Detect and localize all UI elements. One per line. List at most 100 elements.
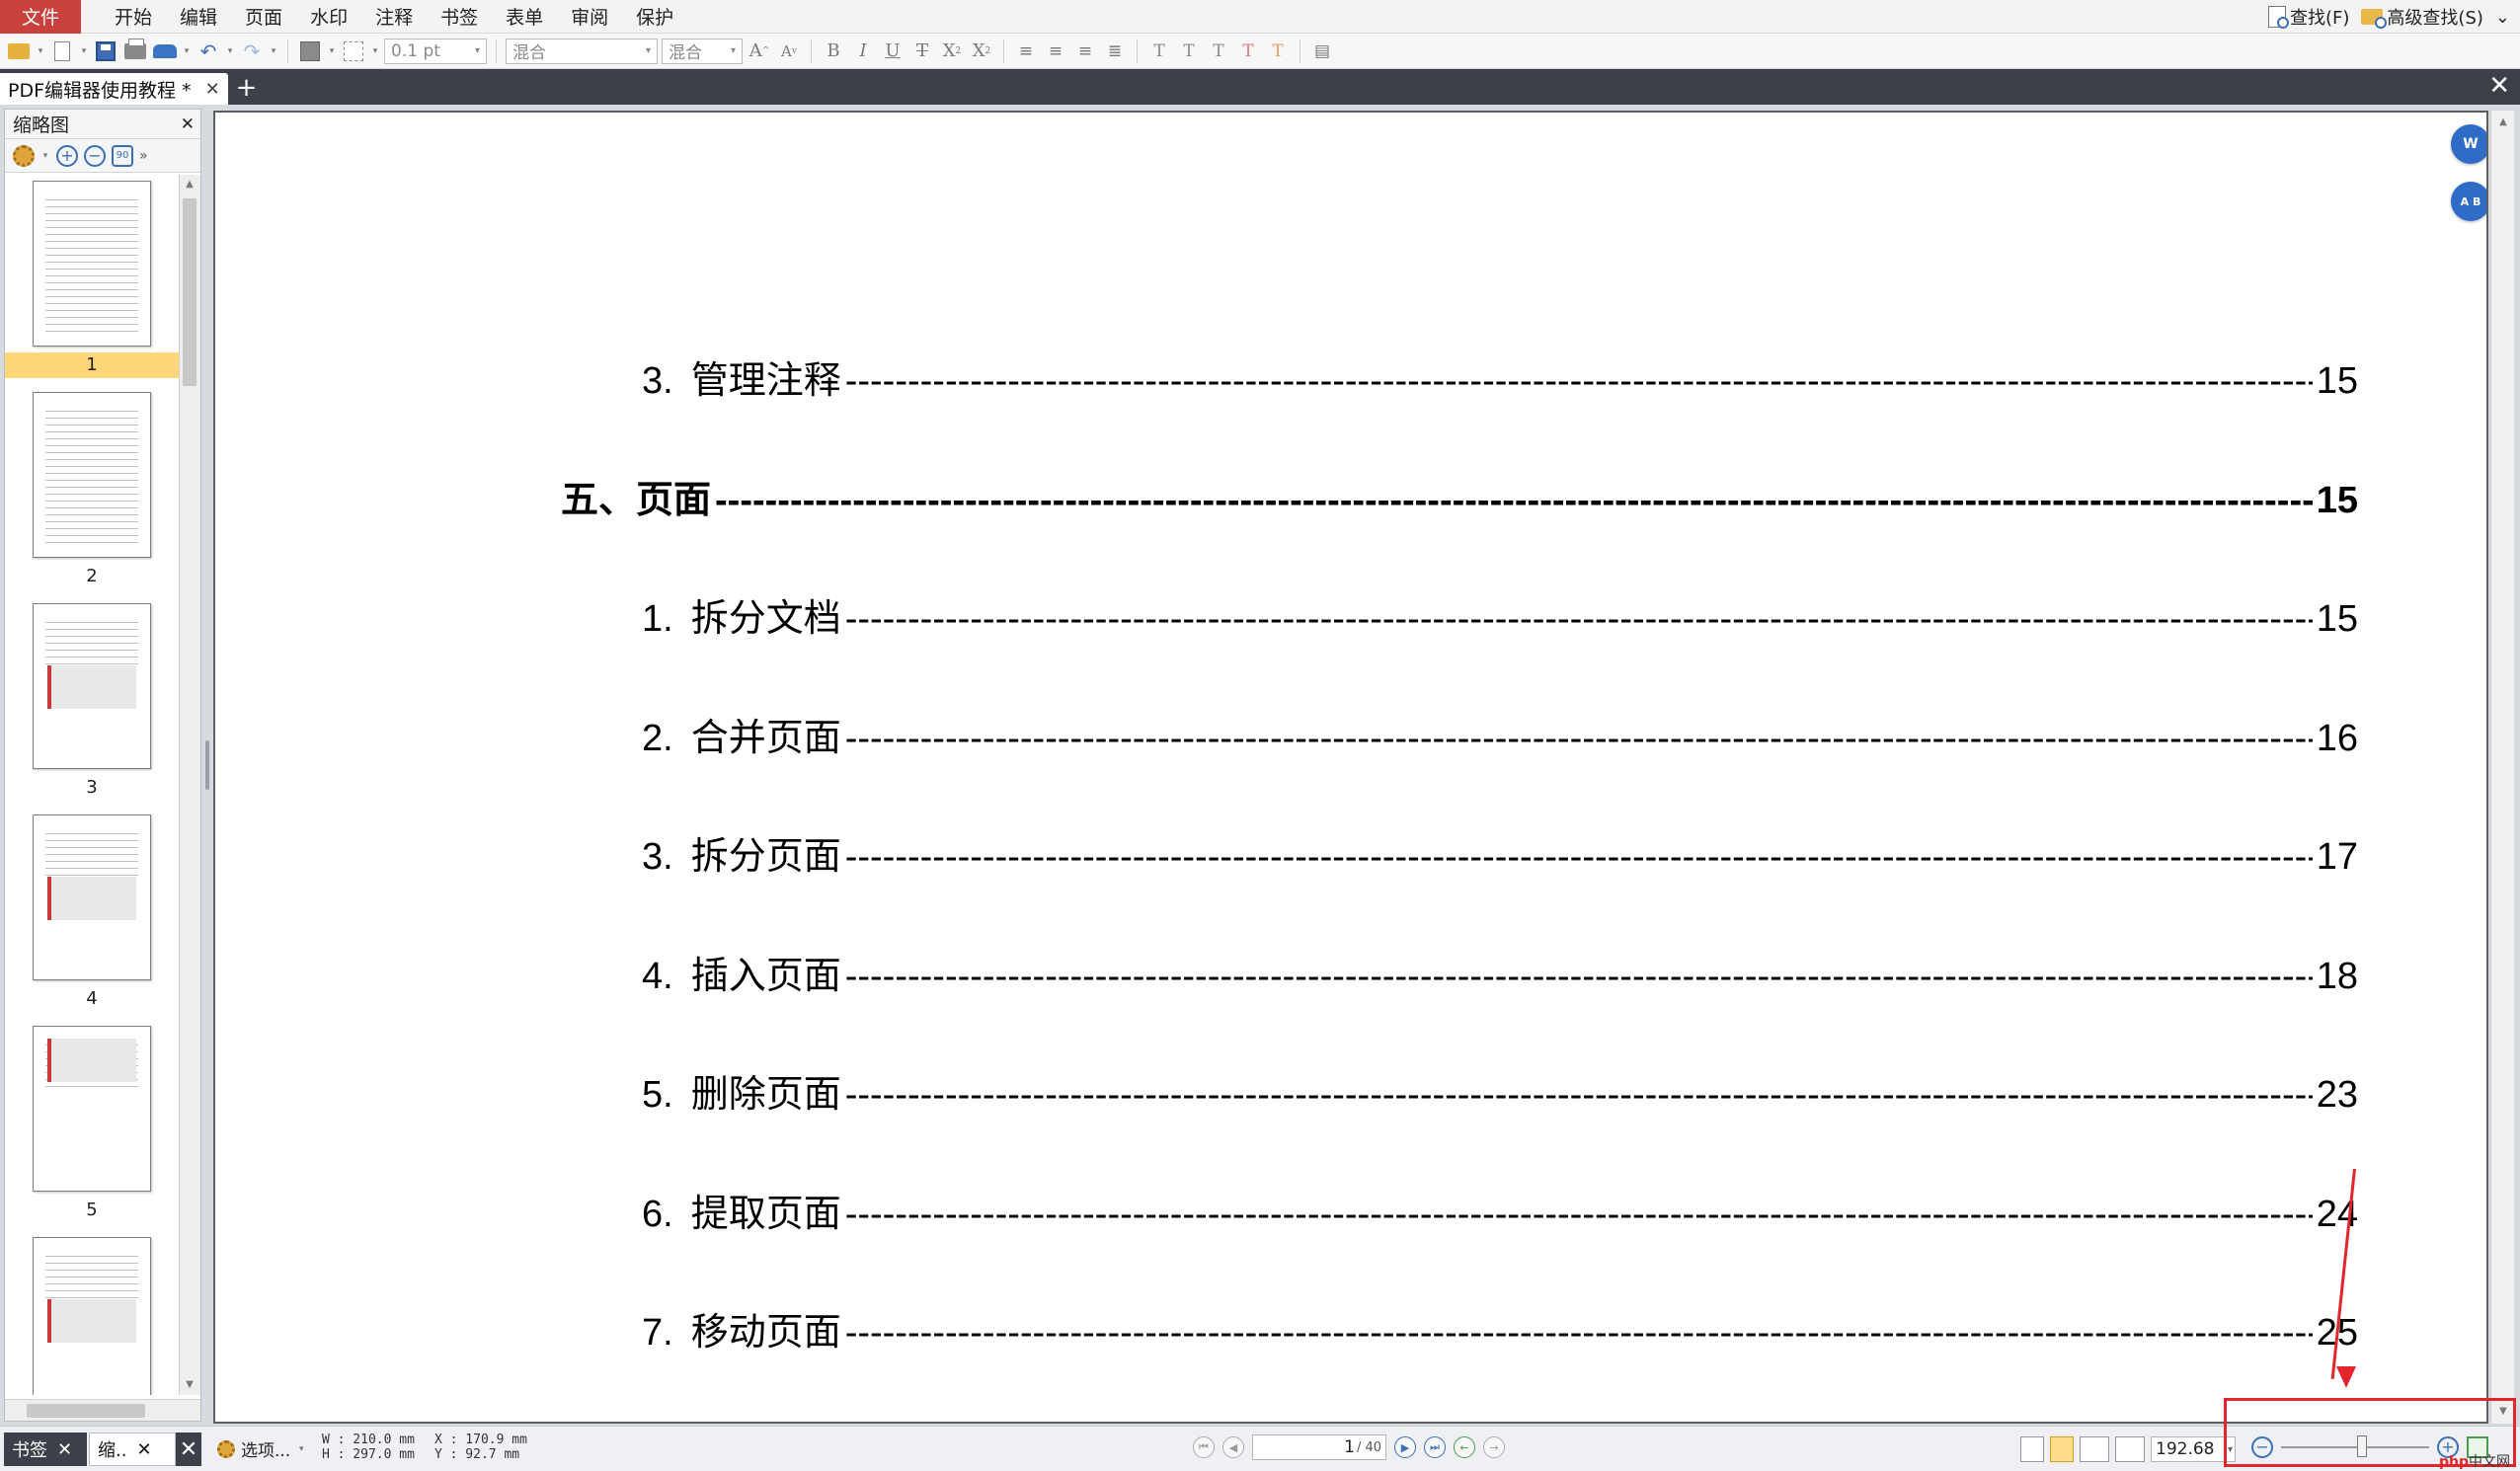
- align-right-button[interactable]: ≡: [1072, 39, 1098, 64]
- redo-button[interactable]: ↷: [239, 39, 265, 64]
- menu-watermark[interactable]: 水印: [296, 0, 361, 34]
- text-style-button-2[interactable]: T: [1176, 39, 1202, 64]
- continuous-facing-view-icon[interactable]: [2115, 1436, 2145, 1462]
- border-color-dropdown-icon[interactable]: ▾: [370, 46, 380, 56]
- underline-button[interactable]: U: [880, 39, 906, 64]
- new-button[interactable]: [49, 39, 75, 64]
- toc-entry[interactable]: 6. 提取页面 ----------------------------------…: [642, 1183, 2358, 1237]
- menu-annotate[interactable]: 注释: [361, 0, 427, 34]
- scroll-up-icon[interactable]: ▲: [180, 175, 199, 194]
- redo-dropdown-icon[interactable]: ▾: [269, 46, 278, 56]
- close-tab-icon[interactable]: ✕: [205, 79, 220, 100]
- toc-entry[interactable]: 4. 插入页面 ----------------------------------…: [642, 945, 2358, 999]
- first-page-icon[interactable]: ⏮: [1193, 1436, 1215, 1458]
- menu-file[interactable]: 文件: [0, 0, 82, 34]
- new-dropdown-icon[interactable]: ▾: [79, 46, 89, 56]
- close-icon[interactable]: ✕: [57, 1439, 72, 1460]
- close-panel-icon[interactable]: ✕: [176, 1432, 201, 1466]
- border-color-button[interactable]: [341, 39, 366, 64]
- text-style-button-5[interactable]: T: [1265, 39, 1291, 64]
- ribbon-collapse-icon[interactable]: ⌄: [2495, 7, 2510, 28]
- text-style-button-3[interactable]: T: [1206, 39, 1231, 64]
- fill-color-dropdown-icon[interactable]: ▾: [327, 46, 337, 56]
- page-number-input[interactable]: 1 / 40: [1252, 1434, 1386, 1460]
- scan-button[interactable]: [152, 39, 178, 64]
- tab-thumbnails[interactable]: 缩.. ✕: [89, 1432, 176, 1466]
- menu-review[interactable]: 审阅: [557, 0, 622, 34]
- menu-edit[interactable]: 编辑: [166, 0, 231, 34]
- document-scrollbar[interactable]: ▲ ▼: [2490, 111, 2514, 1424]
- print-button[interactable]: [122, 38, 148, 64]
- font-size-select[interactable]: 混合 ▾: [662, 38, 743, 64]
- tab-bookmarks[interactable]: 书签 ✕: [4, 1432, 87, 1466]
- previous-page-icon[interactable]: ◀: [1222, 1436, 1244, 1458]
- rotate-page-icon[interactable]: 90: [112, 144, 133, 167]
- toc-entry[interactable]: 3. 拆分页面 ----------------------------------…: [642, 825, 2358, 880]
- properties-button[interactable]: ▤: [1309, 39, 1335, 64]
- strikethrough-button[interactable]: T: [909, 39, 935, 64]
- single-page-view-icon[interactable]: [2020, 1436, 2044, 1462]
- scan-dropdown-icon[interactable]: ▾: [182, 46, 192, 56]
- zoom-out-thumbnails-icon[interactable]: −: [84, 144, 106, 167]
- line-width-select[interactable]: 0.1 pt ▾: [384, 38, 487, 64]
- menu-bookmark[interactable]: 书签: [427, 0, 492, 34]
- advanced-find-button[interactable]: 高级查找(S): [2361, 4, 2483, 30]
- hscrollbar-thumb[interactable]: [27, 1404, 145, 1418]
- toc-entry[interactable]: 2. 合并页面 ----------------------------------…: [642, 707, 2358, 761]
- menu-form[interactable]: 表单: [492, 0, 557, 34]
- thumbnail-scrollbar[interactable]: ▲ ▼: [179, 175, 200, 1395]
- thumbnail-hscrollbar[interactable]: [5, 1399, 200, 1421]
- text-style-button-1[interactable]: T: [1146, 39, 1172, 64]
- scrollbar-thumb[interactable]: [183, 198, 197, 386]
- gear-icon[interactable]: [13, 144, 35, 167]
- align-center-button[interactable]: ≡: [1043, 39, 1068, 64]
- align-left-button[interactable]: ≡: [1013, 39, 1039, 64]
- toc-entry[interactable]: 7. 移动页面 ----------------------------------…: [642, 1301, 2358, 1355]
- page-thumbnail[interactable]: 3: [5, 597, 179, 809]
- continuous-view-icon[interactable]: [2050, 1436, 2074, 1462]
- more-options-icon[interactable]: »: [139, 148, 148, 164]
- close-panel-icon[interactable]: ✕: [181, 115, 195, 134]
- page-thumbnail[interactable]: 1: [5, 175, 179, 386]
- open-dropdown-icon[interactable]: ▾: [36, 46, 45, 56]
- subscript-button[interactable]: X2: [939, 39, 965, 64]
- gear-dropdown-icon[interactable]: ▾: [40, 151, 50, 161]
- menu-protect[interactable]: 保护: [622, 0, 687, 34]
- toc-entry[interactable]: 1. 拆分文档 ----------------------------------…: [642, 587, 2358, 642]
- new-tab-button[interactable]: +: [236, 71, 258, 105]
- options-menu[interactable]: 选项... ▾: [217, 1436, 306, 1461]
- document-tab[interactable]: PDF编辑器使用教程 * ✕: [0, 73, 228, 105]
- text-style-button-4[interactable]: T: [1235, 39, 1261, 64]
- italic-button[interactable]: I: [850, 39, 876, 64]
- page-thumbnail[interactable]: 2: [5, 386, 179, 597]
- next-page-icon[interactable]: ▶: [1394, 1436, 1416, 1458]
- go-forward-icon[interactable]: →: [1483, 1436, 1505, 1458]
- font-shrink-button[interactable]: Av: [776, 39, 802, 64]
- word-convert-icon[interactable]: W: [2451, 124, 2486, 164]
- scroll-up-icon[interactable]: ▲: [2493, 113, 2513, 132]
- zoom-in-thumbnails-icon[interactable]: +: [56, 144, 78, 167]
- menu-page[interactable]: 页面: [231, 0, 296, 34]
- fill-color-button[interactable]: [297, 39, 323, 64]
- close-all-icon[interactable]: ✕: [2488, 71, 2510, 101]
- font-family-select[interactable]: 混合 ▾: [506, 38, 658, 64]
- translate-icon[interactable]: A B: [2451, 182, 2486, 221]
- facing-view-icon[interactable]: [2080, 1436, 2109, 1462]
- find-button[interactable]: 查找(F): [2268, 4, 2349, 30]
- save-button[interactable]: [93, 39, 118, 64]
- page-thumbnail[interactable]: 6: [5, 1231, 179, 1395]
- toc-entry[interactable]: 3. 管理注释 ----------------------------------…: [642, 349, 2358, 404]
- undo-button[interactable]: ↶: [196, 39, 221, 64]
- page-thumbnail[interactable]: 4: [5, 809, 179, 1020]
- panel-splitter[interactable]: [203, 109, 211, 1422]
- menu-start[interactable]: 开始: [101, 0, 166, 34]
- bold-button[interactable]: B: [821, 39, 846, 64]
- close-icon[interactable]: ✕: [136, 1439, 151, 1460]
- go-back-icon[interactable]: ←: [1454, 1436, 1475, 1458]
- font-grow-button[interactable]: A ^: [747, 39, 772, 64]
- undo-dropdown-icon[interactable]: ▾: [225, 46, 235, 56]
- last-page-icon[interactable]: ⏭: [1424, 1436, 1446, 1458]
- toc-entry[interactable]: 5. 删除页面 ----------------------------------…: [642, 1063, 2358, 1118]
- toc-entry[interactable]: 五、页面 ------------------------------------…: [561, 469, 2358, 523]
- page-thumbnail[interactable]: 5: [5, 1020, 179, 1231]
